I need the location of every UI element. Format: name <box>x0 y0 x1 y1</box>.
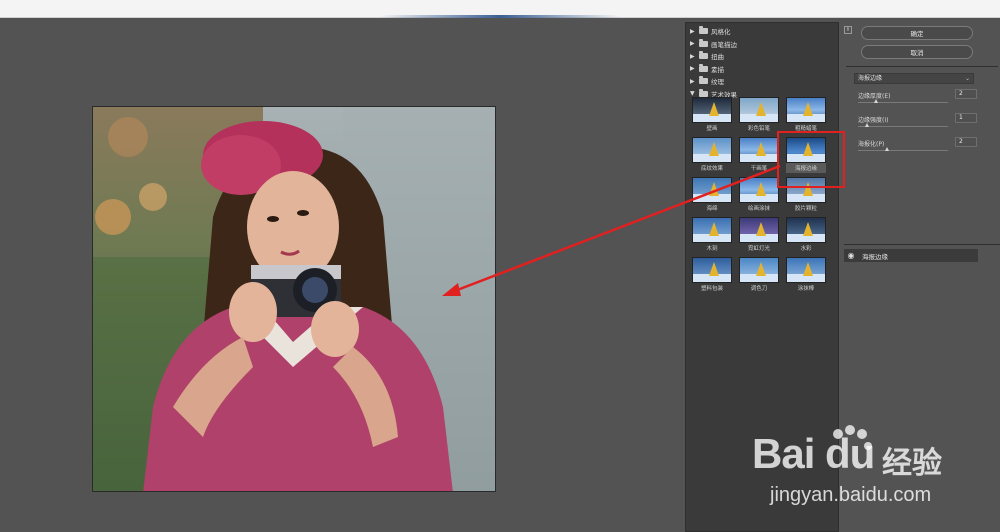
paw-icon <box>833 425 872 450</box>
watermark-url: jingyan.baidu.com <box>770 484 932 506</box>
baidu-watermark: Bai du 经验 jingyan.baidu.com <box>752 420 992 520</box>
watermark-brand: 经验 <box>882 446 942 481</box>
